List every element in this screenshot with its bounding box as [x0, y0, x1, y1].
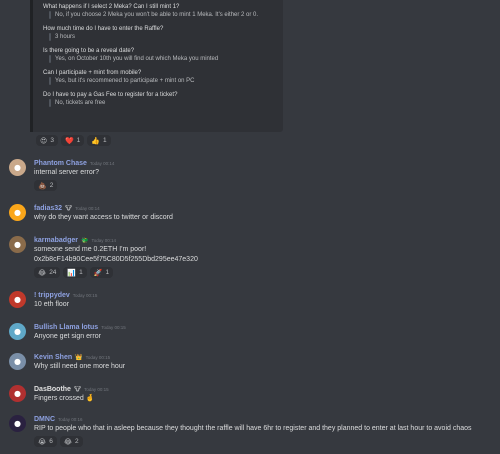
- person-avatar[interactable]: ●: [9, 159, 26, 176]
- llama-avatar[interactable]: ●: [9, 323, 26, 340]
- message-text: internal server error?: [34, 169, 99, 176]
- author-name[interactable]: Kevin Shen: [34, 354, 72, 361]
- role-badge-icon: 🐲: [80, 237, 89, 244]
- message-text: Why still need one more hour: [34, 363, 126, 370]
- reactions-bar: 😂 24 📊 1 🚀 1: [34, 267, 198, 278]
- emoji-icon: 📊: [67, 268, 77, 277]
- reactions-bar: 💩 2: [34, 180, 114, 191]
- faq-item: What happens if I select 2 Meka? Can I s…: [43, 3, 275, 19]
- message-header: ! trippydev Today 00:15: [34, 291, 97, 300]
- timestamp: Today 00:14: [91, 238, 116, 243]
- faq-item: Can I participate + mint from mobile? Ye…: [43, 69, 275, 85]
- author-name[interactable]: fadias32: [34, 205, 62, 212]
- reaction-button[interactable]: 🚀 1: [89, 267, 114, 278]
- faq-embed: What happens if I select 2 Meka? Can I s…: [30, 0, 283, 132]
- emoji-icon: 😭: [38, 437, 47, 446]
- reaction-count: 2: [49, 182, 54, 189]
- emoji-icon: 😂: [38, 268, 47, 277]
- emoji-icon: 🚀: [93, 268, 103, 277]
- emoji-icon: 💩: [38, 181, 47, 190]
- timestamp: Today 00:15: [85, 355, 111, 360]
- emoji-icon: 👍: [91, 136, 100, 145]
- message-body: Phantom Chase Today 00:14 internal server …: [34, 159, 114, 191]
- mask-avatar[interactable]: ●: [9, 415, 26, 432]
- message-header: DasBoothe 🐮 Today 00:15: [34, 385, 109, 394]
- author-name[interactable]: Bullish Llama lotus: [34, 324, 98, 331]
- reactions-bar: 😭 6 😂 2: [34, 436, 472, 447]
- faq-question: Do I have to pay a Gas Fee to register f…: [43, 92, 178, 98]
- person-avatar[interactable]: ●: [9, 291, 26, 308]
- emoji-icon: 😂: [63, 437, 72, 446]
- badger-avatar[interactable]: ●: [9, 236, 26, 253]
- message-text: 10 eth floor: [34, 301, 70, 308]
- author-name[interactable]: ! trippydev: [34, 292, 70, 299]
- message-header: DMNC Today 00:16: [34, 415, 472, 424]
- message-body: fadias32 🐮 Today 00:14 why do they want acc…: [34, 204, 173, 223]
- emoji-icon: ❤️: [64, 136, 74, 145]
- timestamp: Today 00:15: [72, 293, 98, 298]
- timestamp: Today 00:14: [75, 206, 100, 211]
- message-text: RIP to people who that in asleep because…: [34, 425, 472, 432]
- faq-question: How much time do I have to enter the Raf…: [43, 26, 164, 32]
- faq-answer: Yes, on October 10th you will find out w…: [43, 55, 275, 63]
- reaction-count: 6: [49, 438, 53, 445]
- faq-answer: 3 hours: [43, 33, 275, 41]
- reaction-count: 1: [105, 269, 110, 276]
- reaction-count: 1: [79, 269, 83, 276]
- person-avatar[interactable]: ●: [9, 353, 26, 370]
- message-header: Kevin Shen 👑 Today 00:15: [34, 353, 125, 362]
- role-badge-icon: 👑: [75, 354, 83, 361]
- reaction-button[interactable]: 💩 2: [34, 180, 58, 191]
- role-badge-icon: 🐮: [65, 205, 73, 212]
- person-avatar[interactable]: ●: [9, 385, 26, 402]
- author-name[interactable]: DasBoothe: [34, 386, 71, 393]
- message-body: Bullish Llama lotus Today 00:15 Anyone get…: [34, 323, 126, 342]
- author-name[interactable]: DMNC: [34, 416, 55, 423]
- faq-reactions: 😍 3 ❤️ 1 👍 1: [36, 135, 111, 146]
- faq-question: What happens if I select 2 Meka? Can I s…: [43, 4, 180, 10]
- message-body: karmabadger 🐲 Today 00:14 someone send me 0…: [34, 236, 198, 278]
- timestamp: Today 00:14: [89, 161, 115, 166]
- faq-item: Do I have to pay a Gas Fee to register f…: [43, 91, 275, 107]
- faq-answer: No, if you choose 2 Meka you won't be ab…: [43, 11, 275, 19]
- author-name[interactable]: Phantom Chase: [34, 160, 87, 167]
- faq-question: Can I participate + mint from mobile?: [43, 70, 142, 76]
- discord-avatar[interactable]: ●: [9, 204, 26, 221]
- message-text: why do they want access to twitter or di…: [34, 214, 173, 221]
- timestamp: Today 00:16: [58, 417, 83, 422]
- faq-answer: No, tickets are free: [43, 99, 275, 107]
- timestamp: Today 00:15: [84, 387, 109, 392]
- reaction-button[interactable]: ❤️ 1: [60, 135, 85, 146]
- message-body: ! trippydev Today 00:15 10 eth floor: [34, 291, 97, 310]
- message-header: fadias32 🐮 Today 00:14: [34, 204, 173, 213]
- message-body: DasBoothe 🐮 Today 00:15 Fingers crossed 🤞: [34, 385, 109, 404]
- message-header: karmabadger 🐲 Today 00:14: [34, 236, 198, 245]
- reaction-button[interactable]: 😂 24: [34, 267, 61, 278]
- faq-question: Is there going to be a reveal date?: [43, 48, 135, 54]
- message-text: 0x2b8cF14b90Cee5f75C80D5f255Dbd295ee47e3…: [34, 256, 198, 263]
- message-text: someone send me 0.2ETH I'm poor!: [34, 246, 147, 253]
- reaction-count: 24: [49, 269, 57, 276]
- faq-item: How much time do I have to enter the Raf…: [43, 25, 275, 41]
- message-body: Kevin Shen 👑 Today 00:15 Why still need one…: [34, 353, 125, 372]
- reaction-button[interactable]: 📊 1: [63, 267, 87, 278]
- role-badge-icon: 🐮: [73, 386, 82, 393]
- reaction-button[interactable]: 😭 6: [34, 436, 57, 447]
- message-header: Phantom Chase Today 00:14: [34, 159, 114, 168]
- reaction-count: 2: [75, 438, 79, 445]
- author-name[interactable]: karmabadger: [34, 237, 78, 244]
- emoji-icon: 😍: [40, 136, 48, 145]
- timestamp: Today 00:15: [101, 325, 126, 330]
- reaction-button[interactable]: 👍 1: [87, 135, 111, 146]
- message-body: DMNC Today 00:16 RIP to people who that in…: [34, 415, 472, 447]
- reaction-button[interactable]: 😍 3: [36, 135, 58, 146]
- message-text: Anyone get sign error: [34, 333, 101, 340]
- message-header: Bullish Llama lotus Today 00:15: [34, 323, 126, 332]
- reaction-button[interactable]: 😂 2: [59, 436, 83, 447]
- faq-answer: Yes, but it's recommened to participate …: [43, 77, 275, 85]
- message-text: Fingers crossed 🤞: [34, 395, 95, 402]
- faq-item: Is there going to be a reveal date? Yes,…: [43, 47, 275, 63]
